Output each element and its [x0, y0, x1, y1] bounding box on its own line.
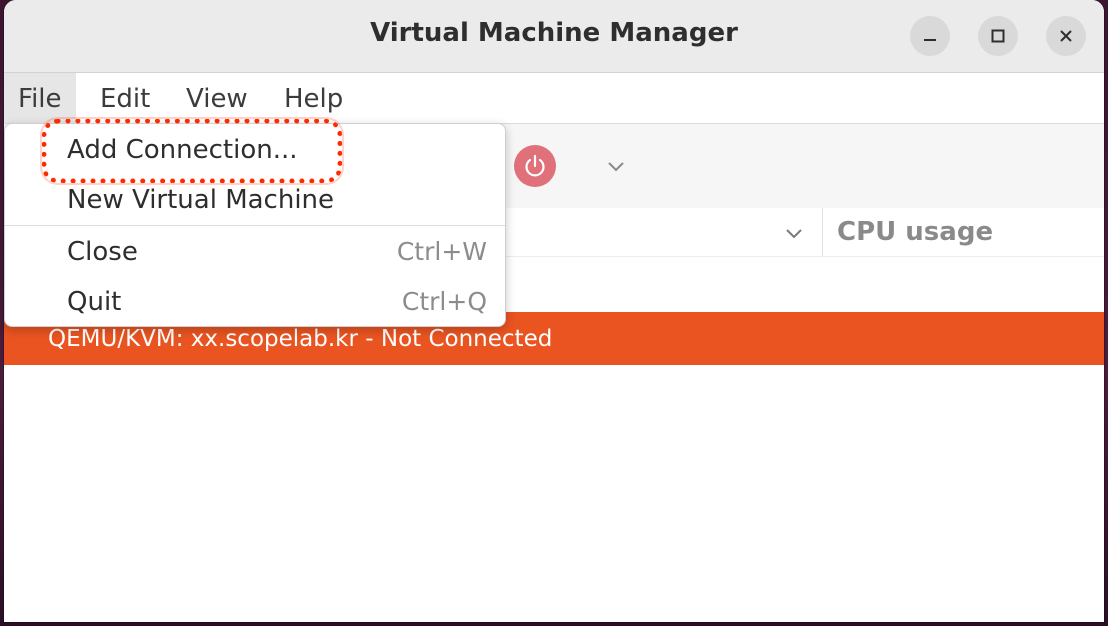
close-button[interactable]	[1046, 16, 1086, 56]
power-icon	[525, 154, 545, 177]
menu-item-quit[interactable]: Quit Ctrl+Q	[5, 277, 505, 327]
column-header-cpu-usage[interactable]: CPU usage	[837, 208, 993, 256]
menu-bar: File Edit View Help	[4, 73, 1104, 124]
column-divider[interactable]	[822, 208, 823, 256]
shutdown-button[interactable]	[514, 145, 556, 187]
maximize-icon	[991, 29, 1005, 43]
annotation-highlight	[42, 119, 342, 183]
minimize-icon	[924, 39, 936, 41]
menu-help[interactable]: Help	[270, 73, 357, 123]
menu-separator	[5, 225, 505, 226]
menu-item-close[interactable]: Close Ctrl+W	[5, 227, 505, 277]
chevron-down-icon[interactable]	[604, 154, 628, 178]
menu-item-shortcut: Ctrl+Q	[401, 287, 487, 316]
maximize-button[interactable]	[978, 16, 1018, 56]
menu-edit[interactable]: Edit	[86, 73, 164, 123]
chevron-down-icon[interactable]	[782, 221, 806, 245]
menu-file[interactable]: File	[4, 73, 76, 123]
close-icon	[1060, 30, 1072, 42]
title-bar[interactable]: Virtual Machine Manager	[4, 0, 1104, 73]
menu-item-label: Close	[67, 237, 138, 267]
minimize-button[interactable]	[910, 16, 950, 56]
menu-view[interactable]: View	[172, 73, 262, 123]
menu-item-shortcut: Ctrl+W	[396, 237, 487, 266]
menu-item-label: Quit	[67, 287, 122, 317]
